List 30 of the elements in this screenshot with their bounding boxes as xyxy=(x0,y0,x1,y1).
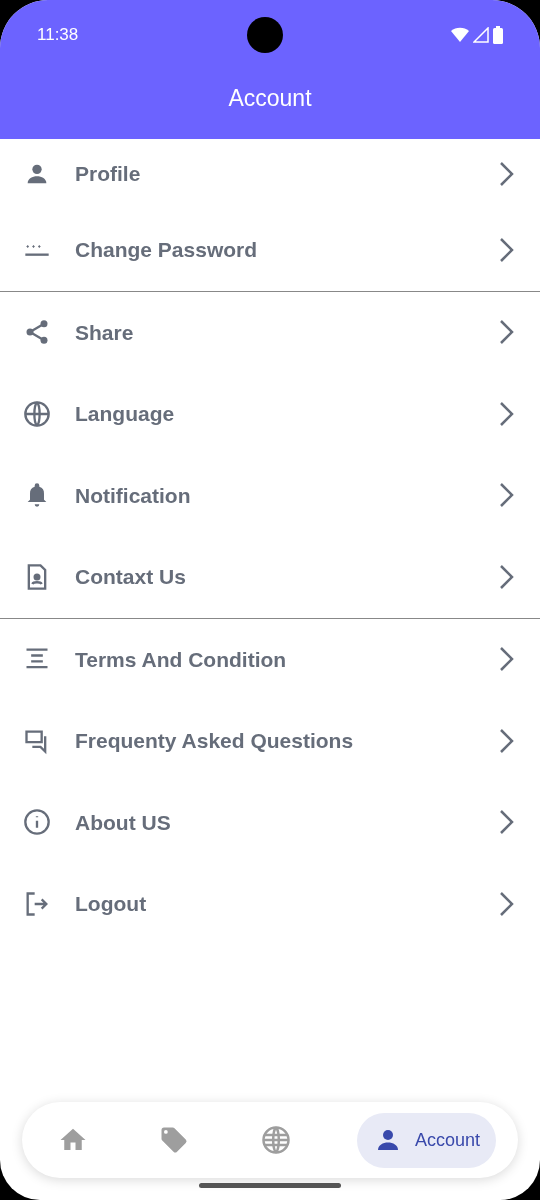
signal-icon xyxy=(473,27,489,43)
menu-item[interactable]: Share xyxy=(0,291,540,373)
chevron-right-icon xyxy=(498,563,514,590)
menu-item[interactable]: Profile xyxy=(0,139,540,209)
chevron-right-icon xyxy=(498,236,514,263)
chevron-right-icon xyxy=(498,319,514,346)
chevron-right-icon xyxy=(498,646,514,673)
status-time: 11:38 xyxy=(37,24,79,47)
chevron-right-icon xyxy=(498,161,514,187)
menu-item[interactable]: Contaxt Us xyxy=(0,536,540,618)
menu-item[interactable]: Terms And Condition xyxy=(0,618,540,700)
nav-tab[interactable]: Account xyxy=(356,1112,496,1168)
menu-item[interactable]: Change Password xyxy=(0,209,540,291)
camera-cutout xyxy=(246,17,283,53)
info-icon xyxy=(23,808,51,837)
globe-icon xyxy=(261,1125,292,1155)
chevron-right-icon xyxy=(498,727,514,754)
chevron-right-icon xyxy=(498,482,514,509)
menu-item[interactable]: About US xyxy=(0,781,540,863)
chevron-right-icon xyxy=(498,400,514,427)
chevron-right-icon xyxy=(498,890,514,917)
menu-item[interactable]: Language xyxy=(0,373,540,455)
globe-icon xyxy=(23,399,51,428)
wifi-icon xyxy=(451,27,469,43)
battery-icon xyxy=(493,26,503,44)
page-title: Account xyxy=(228,84,312,114)
menu-item[interactable]: Frequenty Asked Questions xyxy=(0,700,540,782)
chevron-right-icon xyxy=(498,809,514,836)
menu-item[interactable]: Notification xyxy=(0,454,540,536)
menu-item[interactable]: Logout xyxy=(0,863,540,945)
